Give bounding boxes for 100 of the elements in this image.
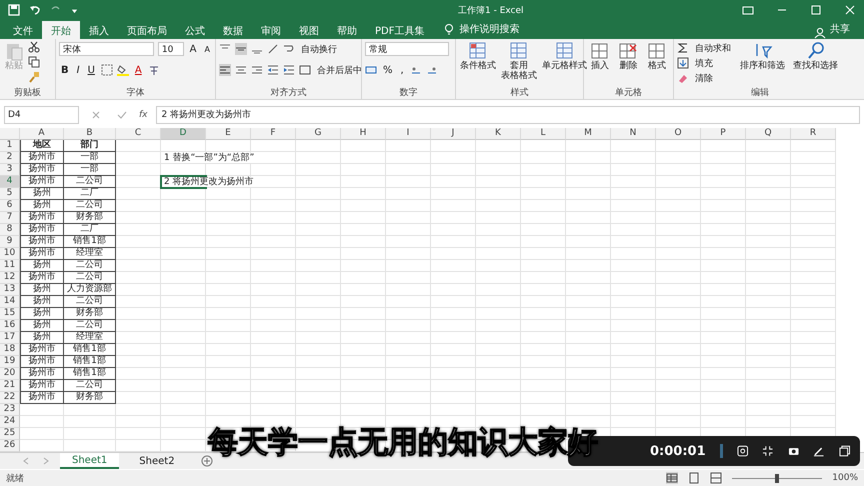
ribbon-tab[interactable]: 页面布局 bbox=[118, 21, 176, 39]
grow-font-button[interactable]: A bbox=[188, 44, 199, 54]
find-select-button[interactable]: 查找和选择 bbox=[792, 41, 839, 87]
wrap-text-button[interactable]: 自动换行 bbox=[299, 42, 339, 56]
column-header[interactable]: O bbox=[656, 128, 701, 140]
row-header[interactable]: 4 bbox=[0, 176, 20, 188]
camera-icon[interactable] bbox=[788, 445, 799, 457]
orientation-icon[interactable] bbox=[267, 43, 279, 55]
fill-color-icon[interactable] bbox=[116, 64, 129, 76]
underline-button[interactable]: U bbox=[86, 64, 97, 76]
sheet-tab[interactable]: Sheet2 bbox=[127, 453, 187, 469]
column-header[interactable]: D bbox=[161, 128, 206, 140]
align-center-icon[interactable] bbox=[235, 64, 247, 76]
row-header[interactable]: 25 bbox=[0, 428, 20, 440]
name-box[interactable]: D4 bbox=[4, 106, 79, 124]
ribbon-tab[interactable]: 视图 bbox=[290, 21, 328, 39]
ribbon-tab[interactable]: 插入 bbox=[80, 21, 118, 39]
font-color-button[interactable]: A bbox=[132, 64, 144, 76]
column-header[interactable]: M bbox=[566, 128, 611, 140]
copy-icon[interactable] bbox=[28, 56, 40, 68]
row-header[interactable]: 7 bbox=[0, 212, 20, 224]
sheet-tab[interactable]: Sheet1 bbox=[60, 453, 120, 469]
collapse-icon[interactable] bbox=[762, 445, 774, 457]
align-left-icon[interactable] bbox=[219, 64, 231, 76]
add-sheet-icon[interactable] bbox=[200, 455, 213, 467]
row-header[interactable]: 19 bbox=[0, 356, 20, 368]
column-header[interactable]: B bbox=[64, 128, 116, 140]
row-header[interactable]: 3 bbox=[0, 164, 20, 176]
column-header[interactable]: F bbox=[251, 128, 296, 140]
zoom-thumb[interactable] bbox=[775, 474, 780, 482]
font-size-field[interactable]: 10 bbox=[158, 42, 184, 56]
border-icon[interactable] bbox=[100, 64, 113, 76]
fill-button[interactable]: 填充 bbox=[693, 56, 715, 70]
scissors-icon[interactable] bbox=[28, 41, 40, 53]
undo-icon[interactable] bbox=[29, 4, 41, 16]
ribbon-tab[interactable]: 公式 bbox=[176, 21, 214, 39]
comma-button[interactable]: , bbox=[398, 64, 406, 76]
percent-button[interactable]: % bbox=[381, 64, 395, 76]
column-header[interactable]: C bbox=[116, 128, 161, 140]
page-layout-icon[interactable] bbox=[688, 472, 700, 484]
align-right-icon[interactable] bbox=[251, 64, 263, 76]
column-header[interactable]: E bbox=[206, 128, 251, 140]
column-header[interactable]: R bbox=[791, 128, 836, 140]
row-header[interactable]: 8 bbox=[0, 224, 20, 236]
ribbon-tab[interactable]: 开始 bbox=[42, 21, 80, 39]
ribbon-tab[interactable]: 数据 bbox=[214, 21, 252, 39]
decrease-indent-icon[interactable] bbox=[267, 64, 279, 76]
row-header[interactable]: 12 bbox=[0, 272, 20, 284]
row-header[interactable]: 14 bbox=[0, 296, 20, 308]
styles-button[interactable]: 单元格样式 bbox=[541, 41, 588, 87]
row-header[interactable]: 6 bbox=[0, 200, 20, 212]
cells-button[interactable]: 格式 bbox=[646, 41, 668, 87]
row-header[interactable]: 11 bbox=[0, 260, 20, 272]
save-icon[interactable] bbox=[8, 4, 20, 16]
bold-button[interactable]: B bbox=[59, 64, 71, 76]
maximize-icon[interactable] bbox=[810, 4, 822, 16]
close-icon[interactable] bbox=[844, 4, 856, 16]
row-header[interactable]: 15 bbox=[0, 308, 20, 320]
font-name-field[interactable]: 宋体 bbox=[59, 42, 154, 56]
column-header[interactable]: A bbox=[20, 128, 64, 140]
column-header[interactable]: L bbox=[521, 128, 566, 140]
ribbon-tab[interactable]: 审阅 bbox=[252, 21, 290, 39]
column-header[interactable]: N bbox=[611, 128, 656, 140]
row-header[interactable]: 24 bbox=[0, 416, 20, 428]
row-header[interactable]: 26 bbox=[0, 440, 20, 452]
cells-button[interactable]: 删除 bbox=[617, 41, 640, 87]
align-middle-icon[interactable] bbox=[235, 43, 247, 55]
italic-button[interactable]: I bbox=[74, 64, 82, 76]
row-header[interactable]: 2 bbox=[0, 152, 20, 164]
target-icon[interactable] bbox=[736, 445, 748, 457]
styles-button[interactable]: 条件格式 bbox=[459, 41, 497, 87]
page-break-icon[interactable] bbox=[710, 472, 722, 484]
autosum-button[interactable]: 自动求和 bbox=[693, 42, 733, 54]
column-header[interactable]: K bbox=[476, 128, 521, 140]
row-header[interactable]: 20 bbox=[0, 368, 20, 380]
row-header[interactable]: 18 bbox=[0, 344, 20, 356]
column-header[interactable]: P bbox=[701, 128, 746, 140]
person-icon[interactable] bbox=[814, 27, 826, 39]
window-icon[interactable] bbox=[838, 445, 850, 457]
column-header[interactable]: H bbox=[341, 128, 386, 140]
customize-icon[interactable] bbox=[71, 6, 78, 14]
row-header[interactable]: 23 bbox=[0, 404, 20, 416]
column-header[interactable]: G bbox=[296, 128, 341, 140]
row-header[interactable]: 1 bbox=[0, 140, 20, 152]
column-header[interactable]: J bbox=[431, 128, 476, 140]
share-button[interactable]: 共享 bbox=[826, 19, 854, 39]
row-header[interactable]: 16 bbox=[0, 320, 20, 332]
row-header[interactable]: 10 bbox=[0, 248, 20, 260]
pen-icon[interactable] bbox=[813, 445, 824, 457]
ribbon-tab[interactable]: 帮助 bbox=[328, 21, 366, 39]
insert-function-button[interactable]: fx bbox=[139, 110, 148, 120]
styles-button[interactable]: 套用 表格格式 bbox=[500, 41, 538, 87]
currency-icon[interactable] bbox=[365, 64, 377, 76]
tell-me-search[interactable]: 操作说明搜索 bbox=[459, 19, 520, 39]
ribbon-tab[interactable]: 文件 bbox=[4, 21, 42, 39]
row-header[interactable]: 22 bbox=[0, 392, 20, 404]
row-header[interactable]: 9 bbox=[0, 236, 20, 248]
row-header[interactable]: 17 bbox=[0, 332, 20, 344]
ribbon-display-icon[interactable] bbox=[742, 4, 754, 16]
number-format-field[interactable]: 常规 bbox=[365, 42, 449, 56]
